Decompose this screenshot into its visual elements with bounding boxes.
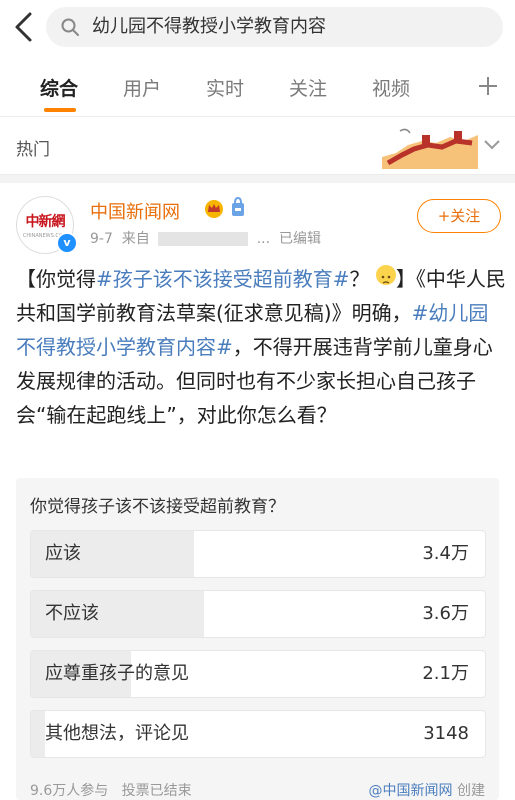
poll-option-count: 2.1万 bbox=[422, 663, 469, 684]
post-source-ellipsis: ... bbox=[256, 231, 271, 247]
poll-option-count: 3.4万 bbox=[422, 543, 469, 564]
tab-video[interactable]: 视频 bbox=[372, 74, 410, 101]
hot-label: 热门 bbox=[16, 140, 50, 160]
post-meta: 9-7 来自 ... 已编辑 bbox=[90, 228, 321, 248]
poll-option[interactable]: 其他想法，评论见 3148 bbox=[30, 710, 486, 758]
content-part-1: 【你觉得 bbox=[16, 267, 96, 291]
poll-option-count: 3148 bbox=[423, 723, 469, 744]
poll-footer: 9.6万人参与 投票已结束 bbox=[30, 780, 192, 800]
poll-participants: 9.6万人参与 bbox=[30, 783, 109, 799]
crown-icon bbox=[205, 200, 223, 218]
tab-comprehensive[interactable]: 综合 bbox=[40, 74, 78, 101]
follow-button[interactable]: +关注 bbox=[417, 199, 501, 233]
post-edited: 已编辑 bbox=[278, 231, 321, 247]
poll-creator-link[interactable]: @中国新闻网 bbox=[369, 783, 453, 799]
active-tab-indicator bbox=[44, 108, 76, 112]
back-arrow-icon[interactable] bbox=[10, 10, 38, 44]
badge-bag-icon bbox=[232, 197, 244, 216]
tab-users[interactable]: 用户 bbox=[123, 74, 161, 101]
post-date: 9-7 bbox=[90, 231, 113, 247]
poll-option[interactable]: 不应该 3.6万 bbox=[30, 590, 486, 638]
avatar-logo-text: 中新網 bbox=[25, 214, 66, 230]
blurred-source bbox=[158, 232, 249, 246]
poll-creator-suffix: 创建 bbox=[457, 783, 485, 799]
poll-option[interactable]: 应尊重孩子的意见 2.1万 bbox=[30, 650, 486, 698]
top-bar: 幼儿园不得教授小学教育内容 bbox=[0, 0, 515, 55]
poll-status: 投票已结束 bbox=[121, 783, 192, 799]
poll-option[interactable]: 应该 3.4万 bbox=[30, 530, 486, 578]
poll-title: 你觉得孩子该不该接受超前教育？ bbox=[30, 497, 285, 517]
great-wall-banner-icon bbox=[382, 123, 478, 169]
author-name[interactable]: 中国新闻网 bbox=[90, 198, 180, 224]
post-source-prefix: 来自 bbox=[121, 231, 150, 247]
poll-option-label: 应该 bbox=[45, 543, 81, 564]
post-content: 【你觉得#孩子该不该接受超前教育#？ 】《中华人民共和国学前教育法草案(征求意见… bbox=[16, 262, 506, 432]
tab-realtime[interactable]: 实时 bbox=[206, 74, 244, 101]
search-icon bbox=[61, 18, 79, 36]
tab-bar: 综合 用户 实时 关注 视频 bbox=[0, 60, 515, 117]
tab-following[interactable]: 关注 bbox=[289, 74, 327, 101]
poll-option-count: 3.6万 bbox=[422, 603, 469, 624]
hot-section: 热门 bbox=[0, 117, 515, 175]
poll-option-label: 应尊重孩子的意见 bbox=[45, 663, 189, 684]
chevron-down-icon[interactable] bbox=[482, 137, 502, 153]
poll-option-fill bbox=[31, 711, 45, 757]
poll-card: 你觉得孩子该不该接受超前教育？ 应该 3.4万 不应该 3.6万 应尊重孩子的意… bbox=[16, 478, 499, 800]
search-input[interactable]: 幼儿园不得教授小学教育内容 bbox=[46, 7, 503, 47]
poll-option-label: 其他想法，评论见 bbox=[45, 723, 189, 744]
plus-icon[interactable] bbox=[476, 74, 500, 98]
topic-tag-1[interactable]: #孩子该不该接受超前教育# bbox=[96, 267, 350, 291]
thinking-emoji-icon bbox=[375, 265, 396, 285]
content-part-2: ？ bbox=[349, 267, 370, 291]
verified-badge-icon: v bbox=[56, 232, 78, 254]
poll-creator: @中国新闻网 创建 bbox=[369, 780, 485, 800]
search-query: 幼儿园不得教授小学教育内容 bbox=[92, 16, 326, 37]
section-divider bbox=[0, 175, 515, 183]
poll-option-label: 不应该 bbox=[45, 603, 99, 624]
